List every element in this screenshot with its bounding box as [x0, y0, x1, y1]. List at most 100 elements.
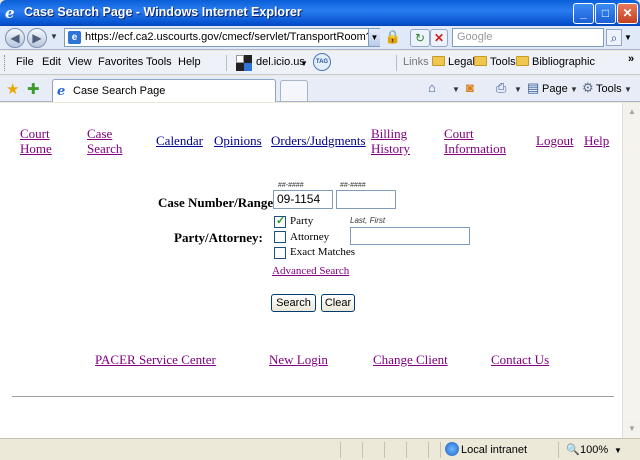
- address-dropdown-icon[interactable]: ▼: [368, 29, 380, 46]
- party-name-input[interactable]: [350, 227, 470, 245]
- status-bar: Local intranet 🔍 100% ▼: [0, 438, 640, 460]
- nav-help[interactable]: Help: [584, 133, 609, 148]
- refresh-button[interactable]: ↻: [410, 29, 430, 47]
- maximize-button[interactable]: □: [595, 3, 616, 24]
- nav-case-search[interactable]: Case Search: [87, 126, 122, 156]
- favorites-star-icon[interactable]: ★: [6, 80, 19, 98]
- nav-court-information[interactable]: Court Information: [444, 126, 506, 156]
- case-number-from-input[interactable]: 09-1154: [273, 190, 333, 209]
- print-dropdown-icon[interactable]: ▼: [514, 85, 522, 94]
- menu-bar: File Edit View Favorites Tools Help del.…: [0, 51, 640, 75]
- page-menu-icon[interactable]: ▤: [527, 80, 539, 96]
- window-title: Case Search Page - Windows Internet Expl…: [24, 5, 302, 19]
- stop-button[interactable]: ✕: [430, 29, 448, 47]
- address-input[interactable]: e https://ecf.ca2.uscourts.gov/cmecf/ser…: [64, 28, 380, 47]
- menu-separator: [226, 55, 227, 71]
- print-icon[interactable]: ⎙: [496, 80, 506, 96]
- page-icon: e: [68, 31, 81, 44]
- scroll-down-icon[interactable]: ▼: [624, 421, 640, 437]
- menu-favorites[interactable]: Favorites: [98, 56, 143, 68]
- nav-label-line: Information: [444, 141, 507, 156]
- lock-icon[interactable]: 🔒: [384, 29, 402, 47]
- tag-icon[interactable]: TAG: [313, 53, 331, 71]
- links-folder-legal[interactable]: Legal: [432, 56, 475, 68]
- change-client-link[interactable]: Change Client: [373, 352, 448, 368]
- case-number-label: Case Number/Range:: [158, 195, 278, 210]
- pacer-service-center-link[interactable]: PACER Service Center: [95, 352, 216, 368]
- advanced-search-link[interactable]: Advanced Search: [272, 264, 349, 279]
- links-folder-tools[interactable]: Tools: [474, 56, 516, 68]
- page-dropdown-icon[interactable]: ▼: [570, 85, 578, 94]
- folder-icon: [516, 56, 529, 66]
- menu-tools[interactable]: Tools: [146, 56, 172, 68]
- home-dropdown-icon[interactable]: ▼: [452, 85, 460, 94]
- page-content: Court Home Case Search Calendar Opinions…: [0, 103, 622, 438]
- new-tab-button[interactable]: [280, 80, 308, 101]
- contact-us-link[interactable]: Contact Us: [491, 352, 549, 368]
- menu-file[interactable]: File: [16, 56, 34, 68]
- attorney-checkbox[interactable]: [274, 231, 286, 243]
- status-separator: [406, 442, 407, 458]
- recent-pages-dropdown-icon[interactable]: ▼: [50, 32, 58, 41]
- zoom-dropdown-icon[interactable]: ▼: [614, 446, 622, 455]
- tools-menu[interactable]: Tools: [596, 83, 622, 95]
- menu-help[interactable]: Help: [178, 56, 201, 68]
- party-checkbox[interactable]: [274, 214, 286, 228]
- delicious-icon[interactable]: [236, 55, 252, 71]
- folder-icon: [474, 56, 487, 66]
- tools-dropdown-icon[interactable]: ▼: [624, 85, 632, 94]
- exact-matches-checkbox[interactable]: [274, 247, 286, 259]
- nav-label-line: Case: [87, 126, 113, 141]
- nav-billing-history[interactable]: Billing History: [371, 126, 410, 156]
- delicious-dropdown-icon[interactable]: ▼: [300, 59, 308, 68]
- feeds-icon[interactable]: ◙: [466, 80, 474, 95]
- nav-label-line: Billing: [371, 126, 408, 141]
- clear-button[interactable]: Clear: [321, 294, 355, 312]
- nav-calendar[interactable]: Calendar: [156, 133, 203, 148]
- delicious-button[interactable]: del.icio.us: [256, 56, 305, 68]
- tab-bar: ★ ✚ e Case Search Page ⌂ ▼ ◙ ⎙ ▼ ▤ Page …: [0, 76, 640, 102]
- zoom-level[interactable]: 100%: [580, 444, 608, 456]
- folder-label: Legal: [448, 56, 475, 68]
- search-button[interactable]: Search: [271, 294, 316, 312]
- case-to-format-hint: ##-####: [340, 182, 366, 189]
- forward-button[interactable]: ▶: [27, 28, 47, 48]
- menu-separator: [396, 55, 397, 71]
- exact-matches-label: Exact Matches: [290, 246, 356, 258]
- nav-court-home[interactable]: Court Home: [20, 126, 52, 156]
- zoom-icon[interactable]: 🔍: [566, 443, 580, 456]
- vertical-scrollbar[interactable]: ▲ ▼: [622, 103, 640, 438]
- status-separator: [428, 442, 429, 458]
- search-input[interactable]: Google: [452, 28, 604, 47]
- intranet-globe-icon: [445, 442, 459, 456]
- case-from-format-hint: ##-####: [278, 182, 304, 189]
- menu-edit[interactable]: Edit: [42, 56, 61, 68]
- chevron-more-icon[interactable]: »: [628, 53, 634, 65]
- add-favorites-icon[interactable]: ✚: [27, 80, 40, 98]
- tab-label: Case Search Page: [73, 85, 166, 97]
- nav-orders-judgments[interactable]: Orders/Judgments: [271, 133, 366, 148]
- home-icon[interactable]: ⌂: [428, 80, 436, 95]
- nav-logout[interactable]: Logout: [536, 133, 574, 148]
- nav-label-line: Court: [20, 126, 50, 141]
- search-icon[interactable]: ⌕: [606, 29, 622, 46]
- gear-icon[interactable]: ⚙: [582, 80, 594, 96]
- page-menu[interactable]: Page: [542, 83, 568, 95]
- ie-page-icon: e: [57, 84, 66, 99]
- back-button[interactable]: ◀: [5, 28, 25, 48]
- links-folder-bibliographic[interactable]: Bibliographic: [516, 56, 595, 68]
- status-separator: [340, 442, 341, 458]
- scroll-up-icon[interactable]: ▲: [624, 104, 640, 120]
- minimize-button[interactable]: _: [573, 3, 594, 24]
- close-button[interactable]: ✕: [617, 3, 638, 24]
- menu-view[interactable]: View: [68, 56, 92, 68]
- address-toolbar: ◀ ▶ ▼ e https://ecf.ca2.uscourts.gov/cme…: [0, 26, 640, 50]
- nav-opinions[interactable]: Opinions: [214, 133, 262, 148]
- folder-label: Tools: [490, 56, 516, 68]
- new-login-link[interactable]: New Login: [269, 352, 328, 368]
- case-number-to-input[interactable]: [336, 190, 396, 209]
- tab-case-search[interactable]: e Case Search Page: [52, 79, 276, 102]
- folder-label: Bibliographic: [532, 56, 595, 68]
- search-options-dropdown-icon[interactable]: ▼: [624, 29, 632, 46]
- attorney-option-label: Attorney: [290, 231, 330, 243]
